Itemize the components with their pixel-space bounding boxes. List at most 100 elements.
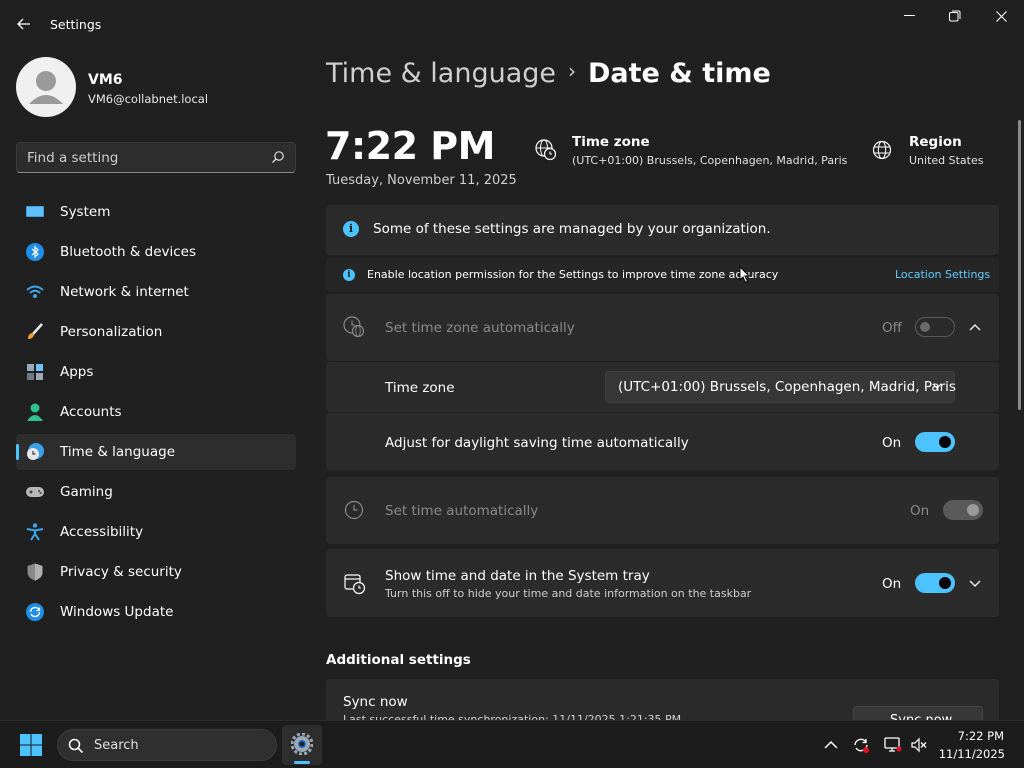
clock-icon <box>344 500 364 520</box>
sidebar-item-label: Accounts <box>60 404 122 420</box>
app-title: Settings <box>50 17 102 32</box>
close-button[interactable] <box>991 8 1011 24</box>
timezone-value: (UTC+01:00) Brussels, Copenhagen, Madrid… <box>572 154 848 167</box>
sidebar-item-privacy[interactable]: Privacy & security <box>16 554 296 590</box>
toggle-state-text: On <box>882 576 902 592</box>
sidebar-item-label: Network & internet <box>60 284 189 300</box>
find-setting-search[interactable] <box>16 142 296 173</box>
user-email: VM6@collabnet.local <box>88 92 209 106</box>
toggle-knob <box>967 504 979 516</box>
sidebar-item-windows-update[interactable]: Windows Update <box>16 594 296 630</box>
search-icon <box>272 151 284 163</box>
sidebar-item-network[interactable]: Network & internet <box>16 274 296 310</box>
taskbar-settings-app[interactable] <box>282 725 322 765</box>
search-icon <box>68 738 84 754</box>
sidebar-item-accounts[interactable]: Accounts <box>16 394 296 430</box>
minimize-icon <box>903 15 915 16</box>
chevron-up-icon[interactable] <box>969 323 981 331</box>
chevron-down-icon[interactable] <box>969 580 981 588</box>
region-value: United States <box>909 154 984 167</box>
current-date: Tuesday, November 11, 2025 <box>326 173 517 188</box>
time-language-icon <box>27 443 44 460</box>
set-timezone-automatically-card[interactable]: Set time zone automatically Off <box>326 294 999 361</box>
volume-muted-icon[interactable] <box>910 737 928 753</box>
location-notice-text: Enable location permission for the Setti… <box>367 268 779 281</box>
toggle-state-text: On <box>882 435 902 451</box>
taskbar-clock-date[interactable]: 11/11/2025 <box>939 747 1005 761</box>
sidebar-item-label: Personalization <box>60 324 163 340</box>
set-timezone-automatically-toggle[interactable] <box>915 317 955 337</box>
sidebar-item-apps[interactable]: Apps <box>16 354 296 390</box>
sidebar-item-bluetooth[interactable]: Bluetooth & devices <box>16 234 296 270</box>
sidebar-item-label: Privacy & security <box>60 564 182 580</box>
apps-icon <box>27 364 43 380</box>
chevron-up-icon[interactable] <box>822 737 840 753</box>
minimize-button[interactable] <box>899 8 919 24</box>
sidebar-item-system[interactable]: System <box>16 194 296 230</box>
set-time-automatically-toggle[interactable] <box>943 500 983 520</box>
user-avatar-icon <box>29 71 63 104</box>
location-permission-banner: i Enable location permission for the Set… <box>326 258 999 292</box>
toggle-knob <box>920 322 930 332</box>
location-settings-link[interactable]: Location Settings <box>895 268 990 281</box>
accounts-icon <box>27 403 43 421</box>
sidebar-item-accessibility[interactable]: Accessibility <box>16 514 296 550</box>
managed-settings-banner: i Some of these settings are managed by … <box>326 205 999 255</box>
sidebar-nav: System Bluetooth & devices Network & int… <box>16 194 296 634</box>
chevron-down-icon <box>932 383 942 389</box>
setting-label: Set time zone automatically <box>385 320 575 336</box>
sidebar-item-label: Accessibility <box>60 524 144 540</box>
scrollbar[interactable] <box>1018 120 1021 410</box>
settings-gear-icon <box>291 733 313 755</box>
accessibility-icon <box>26 523 44 541</box>
restore-icon <box>949 10 961 22</box>
sidebar-item-label: Windows Update <box>60 604 174 620</box>
setting-label: Set time automatically <box>385 503 539 519</box>
daylight-saving-row[interactable]: Adjust for daylight saving time automati… <box>326 413 999 470</box>
system-icon <box>26 206 44 217</box>
sync-status-icon[interactable] <box>852 737 870 753</box>
avatar[interactable] <box>16 57 76 117</box>
sync-title: Sync now <box>343 694 408 710</box>
show-time-in-tray-card[interactable]: Show time and date in the System tray Tu… <box>326 549 999 617</box>
close-icon <box>995 10 1007 22</box>
wifi-icon <box>26 285 44 298</box>
taskbar-clock-time[interactable]: 7:22 PM <box>958 729 1004 743</box>
region-title: Region <box>909 134 962 150</box>
sidebar-item-gaming[interactable]: Gaming <box>16 474 296 510</box>
restore-button[interactable] <box>945 8 965 24</box>
toggle-state-text: Off <box>882 320 902 336</box>
info-icon: i <box>343 269 355 281</box>
additional-settings-heading: Additional settings <box>326 652 471 668</box>
mouse-cursor-icon <box>739 266 750 284</box>
network-icon[interactable] <box>884 737 902 753</box>
sidebar-item-label: System <box>60 204 111 220</box>
setting-description: Turn this off to hide your time and date… <box>385 587 752 600</box>
show-time-in-tray-toggle[interactable] <box>915 573 955 593</box>
sidebar-item-label: Apps <box>60 364 94 380</box>
timezone-label: Time zone <box>385 380 455 396</box>
search-input[interactable] <box>17 143 265 172</box>
sidebar-item-label: Bluetooth & devices <box>60 244 197 260</box>
calendar-clock-icon <box>344 574 366 595</box>
gamepad-icon <box>26 487 44 497</box>
timezone-dropdown-value: (UTC+01:00) Brussels, Copenhagen, Madrid… <box>618 379 956 395</box>
current-time: 7:22 PM <box>325 124 495 168</box>
sidebar-item-time-language[interactable]: Time & language <box>16 434 296 470</box>
back-button[interactable] <box>13 14 35 34</box>
timezone-title: Time zone <box>572 134 650 150</box>
sidebar-item-personalization[interactable]: Personalization <box>16 314 296 350</box>
daylight-saving-toggle[interactable] <box>915 432 955 452</box>
breadcrumb-parent[interactable]: Time & language <box>326 58 556 89</box>
sidebar-item-label: Gaming <box>60 484 113 500</box>
setting-label: Show time and date in the System tray <box>385 568 650 584</box>
taskbar-search[interactable]: Search <box>57 729 277 761</box>
shield-icon <box>27 563 43 581</box>
active-app-indicator <box>294 761 310 764</box>
title-bar: Settings <box>0 0 1024 48</box>
managed-notice-text: Some of these settings are managed by yo… <box>373 221 771 237</box>
toggle-knob <box>939 577 951 589</box>
timezone-dropdown[interactable]: (UTC+01:00) Brussels, Copenhagen, Madrid… <box>605 371 956 403</box>
sidebar-item-label: Time & language <box>60 444 176 460</box>
windows-start-icon[interactable] <box>20 734 42 756</box>
